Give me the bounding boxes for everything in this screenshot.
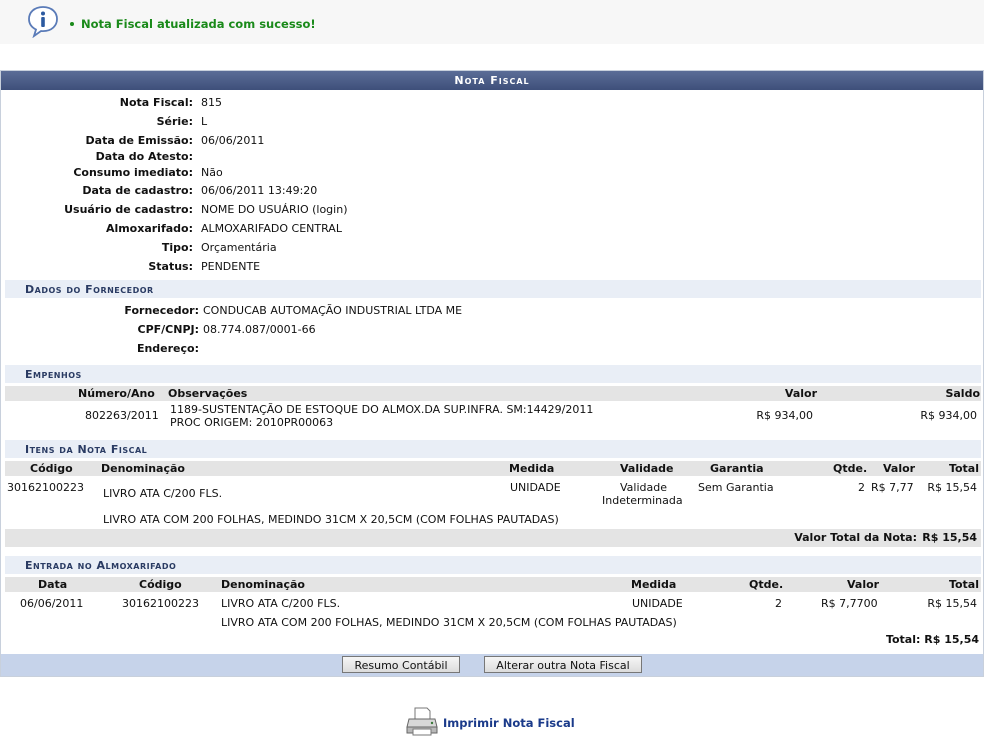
section-entrada: Entrada no Almoxarifado xyxy=(5,556,981,574)
field-status: Status: PENDENTE xyxy=(148,260,261,273)
entrada-total: Total: R$ 15,54 xyxy=(885,633,979,646)
field-nota-fiscal: Nota Fiscal: 815 xyxy=(119,96,222,109)
resumo-contabil-button[interactable]: Resumo Contábil xyxy=(342,656,460,673)
section-empenhos: Empenhos xyxy=(5,365,981,383)
field-serie: Série: L xyxy=(156,115,208,128)
message-bar: Nota Fiscal atualizada com sucesso! xyxy=(0,0,984,44)
field-usuario-cadastro: Usuário de cadastro: NOME DO USUÁRIO (log… xyxy=(64,203,348,216)
itens-header: Código Denominação Medida Validade Garan… xyxy=(5,461,981,476)
table-row: 06/06/2011 30162100223 LIVRO ATA C/200 F… xyxy=(20,597,977,629)
table-row: 802263/2011 1189-SUSTENTAÇÃO DE ESTOQUE … xyxy=(85,403,977,429)
imprimir-nota-link[interactable]: Imprimir Nota Fiscal xyxy=(443,716,575,730)
button-bar: Resumo Contábil Alterar outra Nota Fisca… xyxy=(1,654,983,676)
alterar-nota-button[interactable]: Alterar outra Nota Fiscal xyxy=(484,656,642,673)
printer-icon[interactable] xyxy=(405,705,439,737)
field-endereco: Endereço: xyxy=(136,342,199,355)
field-data-emissao: Data de Emissão: 06/06/2011 xyxy=(85,134,265,147)
section-fornecedor: Dados do Fornecedor xyxy=(5,280,981,298)
entrada-header: Data Código Denominação Medida Qtde. Val… xyxy=(5,577,981,592)
field-fornecedor: Fornecedor: CONDUCAB AUTOMAÇÃO INDUSTRIAL… xyxy=(124,304,463,317)
empenhos-header: Número/Ano Observações Valor Saldo xyxy=(5,386,981,401)
success-message: Nota Fiscal atualizada com sucesso! xyxy=(70,17,316,31)
field-tipo: Tipo: Orçamentária xyxy=(161,241,277,254)
field-data-cadastro: Data de cadastro: 06/06/2011 13:49:20 xyxy=(82,184,318,197)
info-icon xyxy=(28,6,58,38)
table-row: 30162100223 LIVRO ATA C/200 FLS. UNIDADE… xyxy=(7,481,977,526)
field-almoxarifado: Almoxarifado: ALMOXARIFADO CENTRAL xyxy=(105,222,342,235)
nota-fiscal-panel: Nota Fiscal Nota Fiscal: 815 Série: L Data… xyxy=(0,70,984,677)
field-consumo-imediato: Consumo imediato: Não xyxy=(73,166,223,179)
field-cpf-cnpj: CPF/CNPJ: 08.774.087/0001-66 xyxy=(137,323,316,336)
itens-total-bar: Valor Total da Nota: R$ 15,54 xyxy=(5,529,981,547)
field-data-atesto: Data do Atesto: xyxy=(95,150,193,163)
panel-title: Nota Fiscal xyxy=(1,71,983,90)
section-itens: Itens da Nota Fiscal xyxy=(5,440,981,458)
